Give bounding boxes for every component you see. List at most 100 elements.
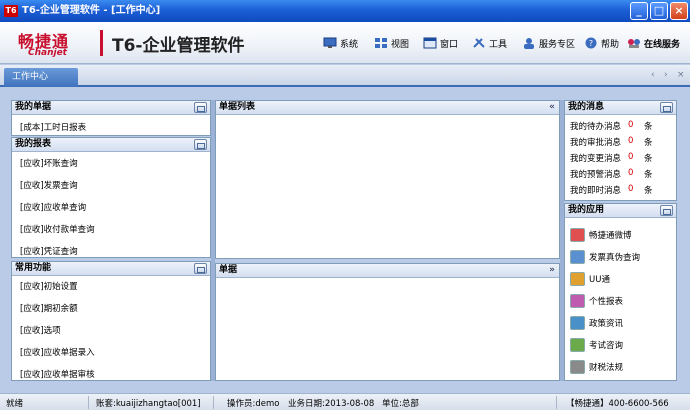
app-policy-news[interactable]: 政策资讯	[570, 315, 623, 331]
tab-close-button[interactable]: ×	[677, 70, 685, 80]
tab-next-button[interactable]: ›	[664, 70, 668, 80]
message-row[interactable]: 我的变更消息 0 条	[570, 152, 653, 164]
menu-label: 服务专区	[539, 39, 576, 50]
menu-label: 系统	[340, 39, 359, 50]
menu-service-zone[interactable]: 服务专区	[522, 36, 575, 50]
status-divider	[213, 396, 214, 409]
app-weibo[interactable]: 畅捷通微博	[570, 227, 632, 243]
status-state: 就绪	[6, 399, 24, 409]
app-exam-consult[interactable]: 考试咨询	[570, 337, 623, 353]
panel-settings-icon[interactable]	[194, 263, 207, 274]
collapse-icon[interactable]: «	[549, 101, 555, 114]
menu-system[interactable]: 系统	[323, 36, 358, 50]
list-item[interactable]: [应收]应收单据审核	[20, 368, 95, 380]
menu-view[interactable]: 视图	[374, 36, 409, 50]
panel-messages: 我的消息 我的待办消息 0 条 我的审批消息 0 条 我的变更消息 0 条 我的预警消息 0 条…	[564, 100, 677, 201]
status-hotline: 【畅捷通】400-6600-566	[566, 399, 669, 409]
menu-label: 帮助	[601, 39, 620, 50]
panel-title: 单据	[219, 265, 238, 275]
message-unit: 条	[644, 154, 653, 164]
window-title: T6-企业管理软件 - [工作中心]	[22, 5, 161, 16]
menu-label: 视图	[391, 39, 410, 50]
app-label: UU通	[589, 275, 610, 285]
tools-icon	[472, 37, 486, 49]
tab-work-center[interactable]: 工作中心	[4, 68, 78, 87]
list-item[interactable]: [应收]坏账查询	[20, 157, 78, 169]
list-item[interactable]: [应收]选项	[20, 324, 61, 336]
panel-my-docs: 我的单据 [成本]工时日报表	[11, 100, 211, 136]
app-label: 财税法规	[589, 363, 624, 373]
status-account: 账套:kuaijizhangtao[001]	[96, 399, 201, 409]
tab-bar: 工作中心 ‹ › ×	[0, 65, 690, 87]
message-count: 0	[628, 136, 634, 146]
weibo-icon	[570, 228, 585, 242]
menu-label: 在线服务	[644, 39, 681, 50]
message-label: 我的审批消息	[570, 138, 622, 148]
close-button[interactable]: ×	[670, 2, 688, 20]
brand-divider	[100, 30, 103, 56]
message-row[interactable]: 我的即时消息 0 条	[570, 184, 653, 196]
panel-title: 我的消息	[568, 102, 605, 112]
tab-prev-button[interactable]: ‹	[651, 70, 655, 80]
message-row[interactable]: 我的待办消息 0 条	[570, 120, 653, 132]
brand-subtitle: Chanjet	[28, 48, 67, 58]
panel-header: 我的报表	[12, 138, 210, 152]
panel-settings-icon[interactable]	[194, 139, 207, 150]
menu-window[interactable]: 窗口	[423, 36, 458, 50]
menu-help[interactable]: ? 帮助	[584, 36, 619, 50]
report-icon	[570, 294, 585, 308]
news-icon	[570, 316, 585, 330]
product-title: T6-企业管理软件	[112, 36, 245, 56]
window-icon	[423, 37, 437, 49]
message-count: 0	[628, 168, 634, 178]
list-item[interactable]: [成本]工时日报表	[20, 121, 86, 133]
list-item[interactable]: [应收]应收单据录入	[20, 346, 95, 358]
panel-common-functions: 常用功能 [应收]初始设置 [应收]期初余额 [应收]选项 [应收]应收单据录入…	[11, 261, 211, 381]
message-label: 我的变更消息	[570, 154, 622, 164]
status-unit: 单位:总部	[382, 399, 419, 409]
message-unit: 条	[644, 122, 653, 132]
menu-tools[interactable]: 工具	[472, 36, 507, 50]
app-label: 畅捷通微博	[589, 231, 632, 241]
list-item[interactable]: [应收]凭证查询	[20, 245, 78, 257]
status-divider	[88, 396, 89, 409]
message-row[interactable]: 我的预警消息 0 条	[570, 168, 653, 180]
list-item[interactable]: [应收]初始设置	[20, 280, 78, 292]
app-custom-report[interactable]: 个性报表	[570, 293, 623, 309]
law-book-icon	[570, 360, 585, 374]
panel-settings-icon[interactable]	[194, 102, 207, 113]
header-banner: 畅捷通 Chanjet T6-企业管理软件 系统 视图 窗口 工具 服务专区 ?…	[0, 22, 690, 64]
panel-settings-icon[interactable]	[660, 205, 673, 216]
svg-text:?: ?	[589, 39, 593, 48]
minimize-button[interactable]: _	[630, 2, 648, 20]
panel-header: 我的单据	[12, 101, 210, 115]
maximize-button[interactable]: □	[650, 2, 668, 20]
menu-label: 窗口	[440, 39, 459, 50]
message-unit: 条	[644, 186, 653, 196]
panel-header: 我的消息	[565, 101, 676, 115]
menu-online-service[interactable]: 在线服务	[627, 36, 680, 50]
message-label: 我的即时消息	[570, 186, 622, 196]
message-row[interactable]: 我的审批消息 0 条	[570, 136, 653, 148]
app-invoice-check[interactable]: 发票真伪查询	[570, 249, 640, 265]
expand-icon[interactable]: »	[549, 264, 555, 277]
message-label: 我的待办消息	[570, 122, 622, 132]
app-label: 政策资讯	[589, 319, 624, 329]
help-icon: ?	[584, 37, 598, 49]
panel-my-reports: 我的报表 [应收]坏账查询 [应收]发票查询 [应收]应收单查询 [应收]收付款…	[11, 137, 211, 258]
app-tax-law[interactable]: 财税法规	[570, 359, 623, 375]
uu-chat-icon	[570, 272, 585, 286]
message-unit: 条	[644, 170, 653, 180]
message-unit: 条	[644, 138, 653, 148]
panel-settings-icon[interactable]	[660, 102, 673, 113]
app-uu[interactable]: UU通	[570, 271, 610, 287]
list-item[interactable]: [应收]应收单查询	[20, 201, 86, 213]
app-logo-icon: T6	[4, 5, 18, 17]
list-item[interactable]: [应收]期初余额	[20, 302, 78, 314]
list-item[interactable]: [应收]发票查询	[20, 179, 78, 191]
app-label: 发票真伪查询	[589, 253, 641, 263]
title-bar: T6 T6-企业管理软件 - [工作中心] _ □ ×	[0, 0, 690, 22]
panel-header: 单据 »	[216, 264, 559, 278]
list-item[interactable]: [应收]收付款单查询	[20, 223, 95, 235]
user-service-icon	[522, 37, 536, 49]
